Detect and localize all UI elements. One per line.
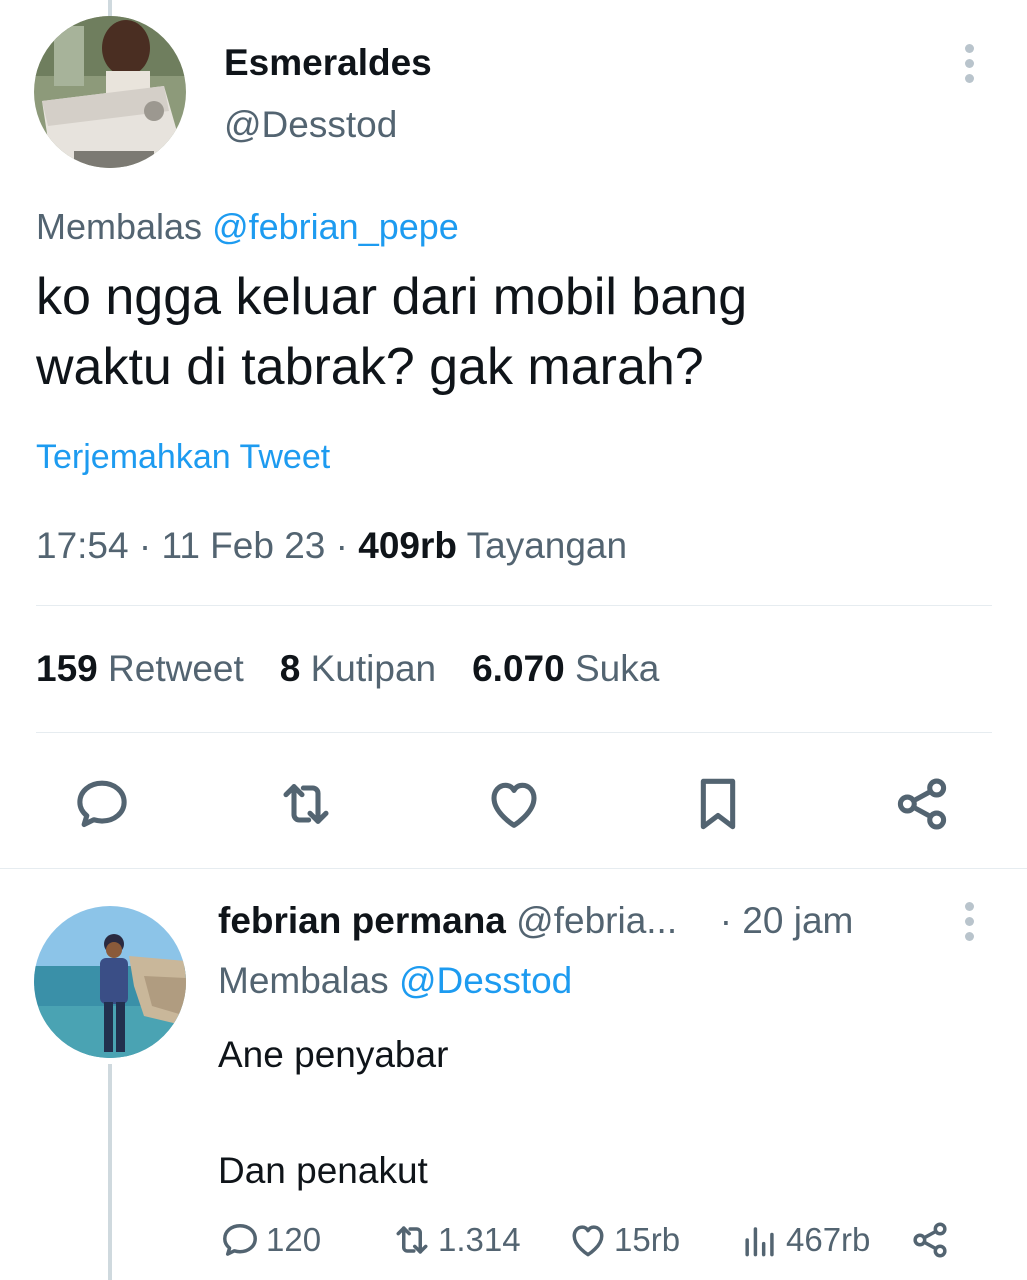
retweets-count: 159 (36, 648, 98, 689)
more-options-icon[interactable] (958, 44, 982, 84)
tweet-text: ko ngga keluar dari mobil bang waktu di … (36, 262, 976, 402)
divider (36, 605, 992, 606)
like-icon (572, 1225, 604, 1257)
display-name[interactable]: Esmeraldes (224, 42, 432, 84)
translate-tweet-link[interactable]: Terjemahkan Tweet (36, 438, 330, 477)
reply-text-line: Dan penakut (218, 1150, 428, 1191)
reply-views-action[interactable]: 467rb (738, 1218, 870, 1262)
reply-more-options-icon[interactable] (958, 902, 982, 942)
reply-icon (223, 1223, 257, 1256)
quotes-label: Kutipan (310, 648, 437, 689)
engagement-stats: 159 Retweet 8 Kutipan 6.070 Suka (36, 648, 659, 690)
views-count-reply: 467rb (786, 1221, 871, 1258)
thread-line-top (108, 0, 112, 16)
retweet-count: 1.314 (438, 1221, 521, 1258)
reply-replying-mention[interactable]: @Desstod (399, 960, 572, 1001)
tweet-meta: 17:54 · 11 Feb 23 · 409rb Tayangan (36, 525, 627, 567)
retweet-icon (396, 1226, 428, 1254)
likes-count: 6.070 (472, 648, 565, 689)
quotes-count: 8 (279, 648, 301, 689)
share-icon[interactable] (890, 772, 954, 836)
replying-to: Membalas @febrian_pepe (36, 206, 459, 248)
meta-separator: · (335, 525, 348, 566)
thread-line (108, 1064, 112, 1280)
views-icon (745, 1227, 774, 1257)
quotes-stat[interactable]: 8 Kutipan (280, 648, 436, 689)
reply-time[interactable]: · 20 jam (720, 900, 854, 941)
replying-mention[interactable]: @febrian_pepe (212, 206, 459, 247)
reply-handle[interactable]: @febria... (516, 900, 677, 941)
bookmark-icon[interactable] (686, 772, 750, 836)
reply-like-action[interactable]: 15rb (566, 1218, 680, 1262)
reply-retweet-action[interactable]: 1.314 (390, 1218, 521, 1262)
avatar-febrian[interactable] (34, 906, 186, 1058)
reply-replying-prefix: Membalas (218, 960, 389, 1001)
retweet-icon[interactable] (274, 772, 338, 836)
views-count: 409rb (358, 525, 457, 566)
reply-share-action[interactable] (908, 1218, 956, 1262)
views-label: Tayangan (466, 525, 628, 566)
user-handle[interactable]: @Desstod (224, 104, 397, 146)
reply-reply-action[interactable]: 120 (218, 1218, 321, 1262)
tweet-text-line: waktu di tabrak? gak marah? (36, 338, 704, 396)
like-icon[interactable] (482, 772, 546, 836)
meta-separator: · (138, 525, 152, 566)
reply-display-name[interactable]: febrian permana (218, 900, 506, 941)
replying-prefix: Membalas (36, 206, 203, 247)
divider (36, 732, 992, 733)
reply-count: 120 (266, 1221, 322, 1258)
reply-replying-to: Membalas @Desstod (218, 960, 572, 1002)
reply-header: febrian permana @febria... · 20 jam (218, 900, 853, 942)
likes-stat[interactable]: 6.070 Suka (472, 648, 659, 689)
likes-label: Suka (574, 648, 660, 689)
retweets-label: Retweet (108, 648, 244, 689)
retweets-stat[interactable]: 159 Retweet (36, 648, 244, 689)
share-icon (913, 1222, 947, 1258)
tweet-date[interactable]: 11 Feb 23 (161, 525, 325, 566)
tweet-time[interactable]: 17:54 (36, 525, 129, 566)
reply-text: Ane penyabar Dan penakut (218, 1026, 448, 1200)
reply-icon[interactable] (70, 772, 134, 836)
like-count: 15rb (614, 1221, 681, 1258)
section-separator (0, 868, 1027, 869)
tweet-text-line: ko ngga keluar dari mobil bang (36, 268, 748, 326)
avatar-esmeraldes[interactable] (34, 16, 186, 168)
reply-text-line: Ane penyabar (218, 1034, 449, 1075)
